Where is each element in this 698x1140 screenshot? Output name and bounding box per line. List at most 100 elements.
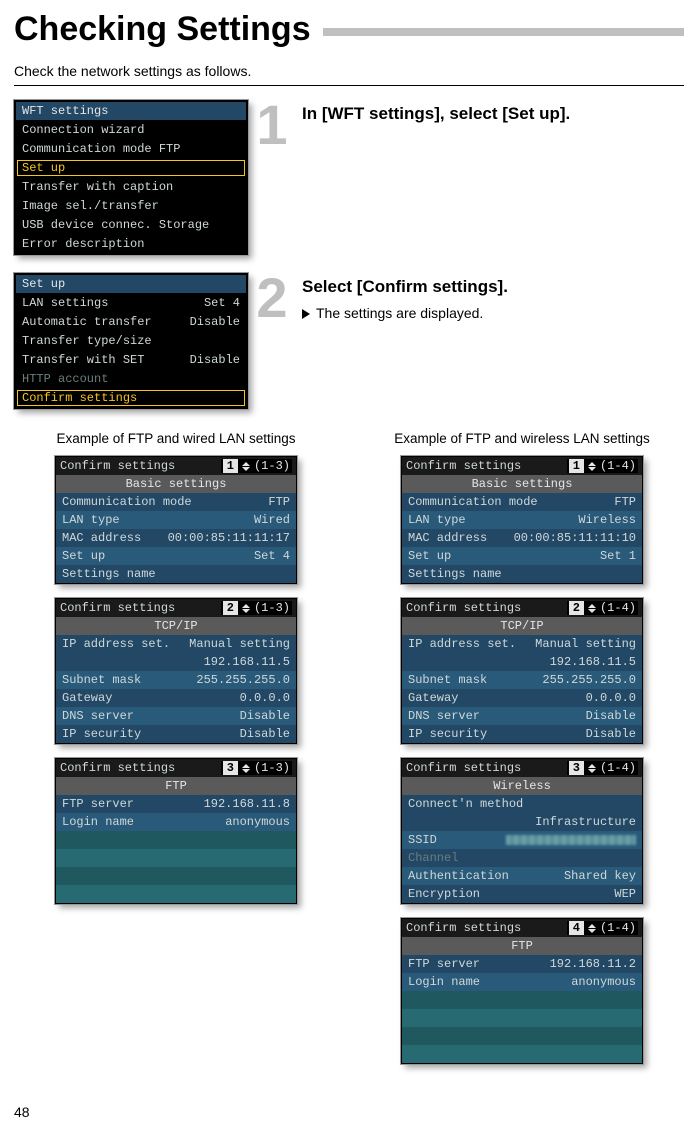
row-label: Set up [408, 549, 451, 563]
page-total: (1-4) [600, 459, 636, 473]
section-title: FTP [402, 937, 642, 955]
blank-row [56, 885, 296, 903]
row-label: Connect'n method [408, 797, 523, 811]
left-column: Example of FTP and wired LAN settings Co… [14, 427, 338, 1078]
updown-arrows-icon [588, 924, 596, 933]
confirm-title: Confirm settings [406, 761, 521, 775]
row-value: Wired [254, 513, 290, 527]
section-title: TCP/IP [56, 617, 296, 635]
confirm-title: Confirm settings [406, 601, 521, 615]
row-value: 255.255.255.0 [542, 673, 636, 687]
row-value: FTP [268, 495, 290, 509]
menu-item: Connection wizard [16, 120, 246, 139]
row-label: Authentication [408, 869, 509, 883]
confirm-lcd-left-1: Confirm settings 1(1-3) Basic settings C… [55, 456, 297, 584]
menu-label: Set up [22, 161, 65, 175]
blank-row [402, 1009, 642, 1027]
row-value: 00:00:85:11:11:17 [168, 531, 290, 545]
menu-label: Error description [22, 237, 144, 251]
menu-label: Automatic transfer [22, 315, 152, 329]
row-label: Settings name [408, 567, 502, 581]
row-label: DNS server [408, 709, 480, 723]
blank-row [402, 1027, 642, 1045]
row-value: 00:00:85:11:11:10 [514, 531, 636, 545]
row-label: Gateway [408, 691, 458, 705]
menu-label: HTTP account [22, 372, 108, 386]
row-label: Set up [62, 549, 105, 563]
confirm-lcd-right-1: Confirm settings 1(1-4) Basic settings C… [401, 456, 643, 584]
confirm-lcd-left-3: Confirm settings 3(1-3) FTP FTP server19… [55, 758, 297, 904]
row-value: Set 1 [600, 549, 636, 563]
page-total: (1-4) [600, 761, 636, 775]
page-num: 2 [569, 601, 584, 615]
blurred-ssid-icon [506, 835, 636, 845]
menu-item-selected: Confirm settings [16, 388, 246, 407]
row-label: FTP server [62, 797, 134, 811]
menu-value: Disable [190, 353, 240, 367]
row-label: IP address set. [408, 637, 516, 651]
menu-label: USB device connec. Storage [22, 218, 209, 232]
row-value: 0.0.0.0 [586, 691, 636, 705]
section-title: FTP [56, 777, 296, 795]
page-num: 3 [223, 761, 238, 775]
menu-item-disabled: HTTP account [16, 369, 246, 388]
row-value: 255.255.255.0 [196, 673, 290, 687]
step-2-line-text: The settings are displayed. [316, 305, 483, 321]
left-caption: Example of FTP and wired LAN settings [56, 431, 295, 446]
page-num: 1 [569, 459, 584, 473]
step-number-1: 1 [252, 100, 292, 150]
row-value: anonymous [571, 975, 636, 989]
lcd-title: WFT settings [16, 102, 246, 120]
row-value: Disable [586, 727, 636, 741]
menu-item: Error description [16, 234, 246, 253]
menu-label: Transfer type/size [22, 334, 152, 348]
row-value: Wireless [578, 513, 636, 527]
menu-item: Transfer type/size [16, 331, 246, 350]
lcd-wft-settings: WFT settings Connection wizard Communica… [14, 100, 248, 255]
row-value: Infrastructure [535, 815, 636, 829]
page-title: Checking Settings [14, 10, 311, 49]
row-label: IP address set. [62, 637, 170, 651]
row-value: Disable [240, 727, 290, 741]
page-num: 2 [223, 601, 238, 615]
page-num: 3 [569, 761, 584, 775]
row-value: Disable [586, 709, 636, 723]
row-value: Shared key [564, 869, 636, 883]
lcd-set-up: Set up LAN settingsSet 4 Automatic trans… [14, 273, 248, 409]
updown-arrows-icon [588, 604, 596, 613]
confirm-lcd-left-2: Confirm settings 2(1-3) TCP/IP IP addres… [55, 598, 297, 744]
confirm-title: Confirm settings [60, 459, 175, 473]
menu-value: Set 4 [204, 296, 240, 310]
menu-item: Communication mode FTP [16, 139, 246, 158]
row-value: 0.0.0.0 [240, 691, 290, 705]
right-triangle-icon [302, 309, 310, 319]
row-label: Subnet mask [62, 673, 141, 687]
row-label: Login name [62, 815, 134, 829]
row-label: Settings name [62, 567, 156, 581]
row-value: 192.168.11.2 [550, 957, 636, 971]
confirm-title: Confirm settings [60, 761, 175, 775]
updown-arrows-icon [242, 764, 250, 773]
menu-label: Transfer with caption [22, 180, 173, 194]
step-1: WFT settings Connection wizard Communica… [14, 100, 684, 255]
updown-arrows-icon [588, 462, 596, 471]
row-label: Subnet mask [408, 673, 487, 687]
row-label: Gateway [62, 691, 112, 705]
section-title: Wireless [402, 777, 642, 795]
intro-divider [14, 85, 684, 86]
blank-row [56, 849, 296, 867]
page-total: (1-3) [254, 459, 290, 473]
menu-item: Image sel./transfer [16, 196, 246, 215]
row-value: Manual setting [535, 637, 636, 651]
confirm-title: Confirm settings [406, 459, 521, 473]
row-label: Channel [408, 851, 458, 865]
row-value: anonymous [225, 815, 290, 829]
blank-row [402, 1045, 642, 1063]
page-num: 4 [569, 921, 584, 935]
step-1-heading: In [WFT settings], select [Set up]. [302, 104, 570, 124]
step-2: Set up LAN settingsSet 4 Automatic trans… [14, 273, 684, 409]
page-total: (1-3) [254, 761, 290, 775]
menu-label: Communication mode FTP [22, 142, 180, 156]
row-label: DNS server [62, 709, 134, 723]
menu-value: Disable [190, 315, 240, 329]
